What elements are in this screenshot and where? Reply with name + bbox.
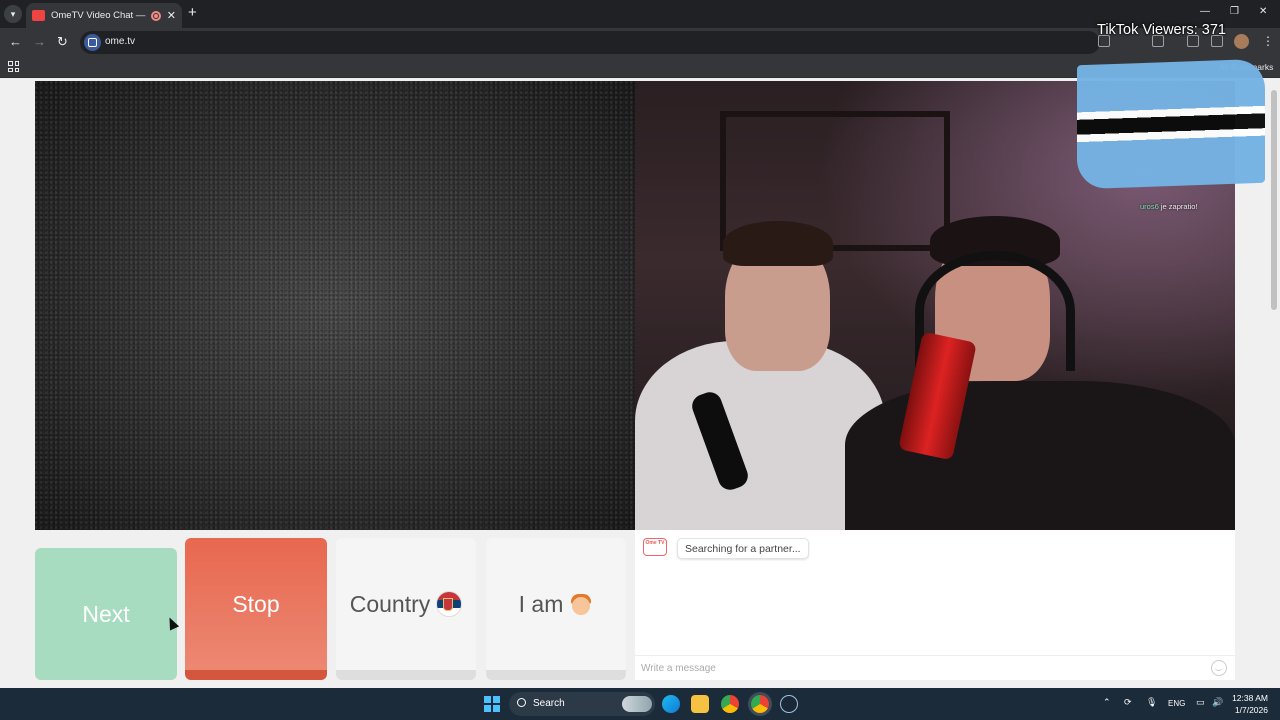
scrollbar[interactable]: [1268, 78, 1280, 688]
person-left-hair: [723, 221, 833, 266]
reload-icon[interactable]: ↻: [57, 34, 68, 50]
edge-icon[interactable]: [662, 695, 680, 713]
next-button[interactable]: Next: [35, 548, 177, 680]
tab-search-icon[interactable]: ▾: [4, 5, 22, 23]
partner-video-static: [35, 81, 635, 530]
serbia-flag-icon: [436, 591, 463, 617]
person-right-body: [845, 381, 1235, 530]
search-highlight-art: [622, 696, 652, 712]
file-explorer-icon[interactable]: [691, 695, 709, 713]
scroll-thumb[interactable]: [1271, 90, 1277, 310]
menu-icon[interactable]: ⋮: [1262, 34, 1274, 48]
search-icon: [517, 698, 526, 707]
clock[interactable]: 12:38 AM 1/7/2026: [1228, 692, 1268, 716]
tab-strip: ▾ OmeTV Video Chat — Ome ✕ + — ❐ ✕: [0, 0, 1280, 28]
tiktok-viewers-overlay: TikTok Viewers: 371: [1097, 22, 1226, 38]
stop-label: Stop: [232, 590, 280, 617]
search-label: Search: [533, 698, 565, 709]
chrome-icon[interactable]: [721, 695, 739, 713]
minimize-icon[interactable]: —: [1200, 6, 1210, 17]
clock-time: 12:38 AM: [1232, 693, 1268, 703]
stop-button[interactable]: Stop: [185, 538, 327, 680]
network-icon[interactable]: ▭: [1196, 697, 1205, 708]
follower-name: uros6: [1140, 202, 1159, 211]
follow-notification: uros6 je zapratio!: [1140, 202, 1198, 211]
botswana-flag-overlay: [1077, 58, 1265, 190]
sync-icon[interactable]: ⟳: [1124, 697, 1132, 708]
country-label: Country: [349, 590, 431, 617]
country-button[interactable]: Country: [336, 538, 476, 680]
tab-ometv[interactable]: OmeTV Video Chat — Ome ✕: [26, 3, 182, 28]
steam-icon[interactable]: [780, 695, 798, 713]
chat-input-bar: [635, 655, 1235, 680]
new-tab-icon[interactable]: +: [188, 5, 197, 21]
taskbar-search[interactable]: Search: [509, 692, 655, 716]
tray-overflow-icon[interactable]: ⌃: [1103, 697, 1111, 708]
clock-date: 1/7/2026: [1234, 705, 1268, 715]
profile-avatar[interactable]: [1234, 34, 1249, 49]
ometv-favicon-icon: [32, 10, 45, 21]
status-message: Searching for a partner...: [677, 538, 809, 559]
site-info-icon[interactable]: [84, 34, 101, 51]
tab-close-icon[interactable]: ✕: [167, 9, 176, 22]
restore-icon[interactable]: ❐: [1230, 6, 1239, 17]
emoji-icon[interactable]: [1211, 660, 1227, 676]
volume-icon[interactable]: 🔊: [1212, 697, 1223, 708]
microphone-icon[interactable]: 🎙: [1146, 697, 1157, 708]
page-viewport: uros6 je zapratio! Next Stop Country I a…: [0, 58, 1280, 688]
follow-text: je zapratio!: [1158, 202, 1198, 211]
back-icon[interactable]: ←: [9, 34, 22, 50]
window-close-icon[interactable]: ✕: [1259, 6, 1267, 17]
language-indicator[interactable]: ENG: [1168, 699, 1185, 708]
gender-button[interactable]: I am: [486, 538, 626, 680]
tab-title: OmeTV Video Chat — Ome: [51, 10, 148, 21]
iam-label: I am: [518, 590, 564, 617]
address-bar[interactable]: ome.tv: [80, 31, 1100, 54]
browser-toolbar: ← → ↻ ome.tv ⋮: [0, 28, 1280, 56]
recording-indicator-icon: [150, 10, 161, 21]
apps-icon[interactable]: [8, 61, 19, 72]
message-input[interactable]: [641, 660, 1181, 676]
next-label: Next: [82, 600, 130, 627]
forward-icon[interactable]: →: [33, 34, 46, 50]
url-text: ome.tv: [105, 36, 136, 47]
windows-taskbar: Search ⌃ ⟳ 🎙 ENG ▭ 🔊 12:38 AM 1/7/2026: [0, 688, 1280, 720]
start-icon[interactable]: [484, 696, 500, 712]
chrome-active-icon[interactable]: [751, 695, 769, 713]
ometv-logo-icon: Ome TV: [643, 538, 667, 556]
boy-emoji-icon: [569, 592, 593, 616]
